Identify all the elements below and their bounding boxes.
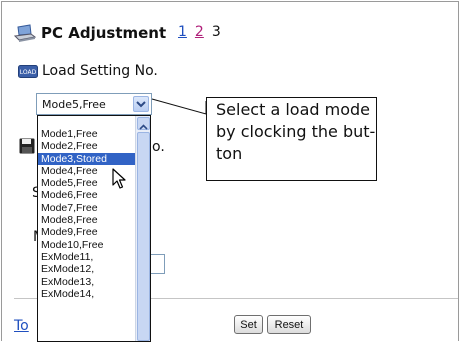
dropdown-option[interactable]: Mode3,Stored (38, 152, 135, 165)
dropdown-option[interactable]: Mode6,Free (38, 189, 135, 201)
dropdown-option[interactable]: Mode1,Free (38, 128, 135, 140)
load-mode-select[interactable]: Mode5,Free (36, 93, 152, 115)
set-button[interactable]: Set (234, 315, 263, 334)
load-setting-label: Load Setting No. (42, 63, 158, 79)
chevron-down-icon (136, 101, 146, 108)
title-row: PC Adjustment (14, 22, 166, 44)
dropdown-option[interactable]: Mode8,Free (38, 214, 135, 226)
scrollbar-thumb[interactable] (137, 132, 150, 341)
page-title: PC Adjustment (41, 24, 167, 42)
save-label-fragment: o. (152, 139, 165, 155)
callout-box: Select a load mode by clocking the but- … (206, 97, 377, 181)
pc-printer-icon (14, 24, 36, 42)
load-icon: LOAD (18, 64, 38, 78)
dropdown-option[interactable]: ExMode14, (38, 288, 135, 300)
dropdown-options: Mode1,Free Mode2,Free Mode3,Stored Mode4,Fr… (38, 128, 135, 300)
callout-line-3: ton (216, 144, 243, 163)
dropdown-option[interactable]: Mode9,Free (38, 226, 135, 238)
dropdown-option[interactable]: ExMode11, (38, 251, 135, 263)
text-input-partial[interactable] (149, 254, 165, 274)
load-setting-row: LOAD Load Setting No. (18, 63, 158, 79)
svg-text:LOAD: LOAD (20, 69, 37, 76)
reset-button[interactable]: Reset (267, 315, 311, 334)
page-link-2[interactable]: 2 (195, 24, 204, 40)
callout-line-1: Select a load mode (216, 100, 370, 119)
floppy-disk-icon (19, 138, 35, 154)
load-mode-selected-value: Mode5,Free (42, 97, 106, 111)
load-mode-dropdown[interactable]: Mode1,Free Mode2,Free Mode3,Stored Mode4,Fr… (37, 115, 151, 342)
page-current: 3 (211, 24, 221, 40)
dropdown-option[interactable]: Mode2,Free (38, 140, 135, 152)
page-link-1[interactable]: 1 (178, 24, 187, 40)
callout-line-2: by clocking the but- (216, 122, 376, 141)
scroll-up-button[interactable] (137, 117, 150, 130)
dropdown-option[interactable]: Mode7,Free (38, 202, 135, 214)
dropdown-option[interactable]: Mode10,Free (38, 239, 135, 251)
dropdown-option[interactable]: ExMode13, (38, 276, 135, 288)
dropdown-option[interactable]: ExMode12, (38, 263, 135, 275)
select-dropdown-button[interactable] (133, 96, 149, 112)
dropdown-scrollbar[interactable] (135, 116, 150, 341)
page-navigation: 1 2 3 (178, 24, 221, 40)
mouse-pointer-icon (112, 168, 126, 189)
top-link[interactable]: To (14, 318, 29, 334)
